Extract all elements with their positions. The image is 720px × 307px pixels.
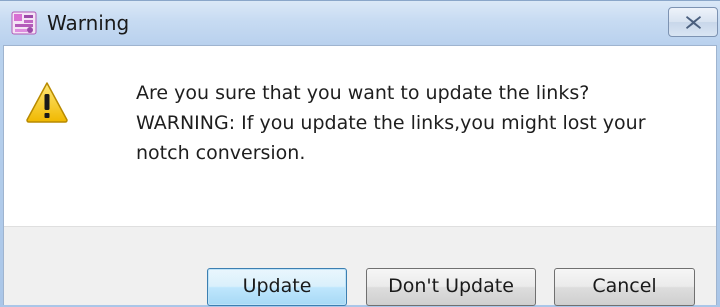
cancel-button[interactable]: Cancel	[554, 268, 695, 306]
title-bar[interactable]: Warning	[0, 1, 720, 45]
window-title: Warning	[47, 11, 130, 35]
message-line: WARNING: If you update the links,you mig…	[136, 112, 646, 134]
message-line: Are you sure that you want to update the…	[136, 82, 590, 104]
application-icon	[11, 10, 37, 36]
button-bar: Update Don't Update Cancel	[4, 226, 716, 306]
message-line: notch conversion.	[136, 142, 306, 164]
warning-dialog-window: Warning Are you sure that you want to up…	[0, 0, 720, 307]
dont-update-button[interactable]: Don't Update	[366, 268, 536, 306]
close-button[interactable]	[668, 7, 718, 37]
dialog-message: Are you sure that you want to update the…	[136, 78, 706, 168]
close-icon	[686, 16, 701, 29]
dialog-body: Are you sure that you want to update the…	[3, 45, 717, 306]
warning-icon	[25, 80, 69, 124]
update-button[interactable]: Update	[207, 268, 347, 306]
